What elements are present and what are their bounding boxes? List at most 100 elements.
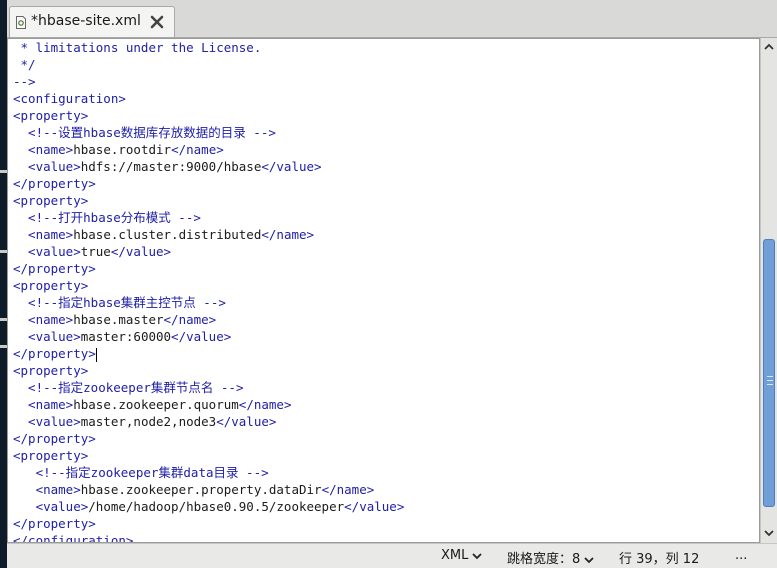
xml-tag: </name> <box>238 397 292 412</box>
xml-comment: <!--指定hbase集群主控节点 --> <box>13 295 226 310</box>
xml-text: hdfs://master:9000/hbase <box>80 159 262 174</box>
close-icon[interactable] <box>149 14 165 30</box>
code-lines: * limitations under the License. */ --> <c… <box>13 39 405 543</box>
text-cursor <box>95 347 97 362</box>
xml-tag: </value> <box>171 329 232 344</box>
code-line: <value>hdfs://master:9000/hbase</value> <box>13 158 404 175</box>
status-bar: XML 跳格宽度：8 行 39，列 12 ... <box>7 543 777 568</box>
xml-tag: </name> <box>163 312 217 327</box>
xml-tag: <value> <box>13 244 81 259</box>
code-editor[interactable]: * limitations under the License. */ --> <c… <box>7 38 760 543</box>
tab-width-selector[interactable]: 跳格宽度：8 <box>507 548 594 567</box>
xml-tag: <configuration> <box>13 91 126 106</box>
language-label: XML <box>441 548 469 563</box>
code-line: <!--设置hbase数据库存放数据的目录 --> <box>13 124 404 141</box>
cursor-position: 行 39，列 12 <box>619 552 700 567</box>
xml-tag: <property> <box>13 448 89 463</box>
code-line: <name>hbase.master</name> <box>13 311 404 328</box>
chevron-down-icon <box>584 556 594 563</box>
code-line: <property> <box>13 192 404 209</box>
chevron-down-icon <box>472 552 483 559</box>
vertical-scrollbar[interactable] <box>760 38 777 543</box>
code-line: </property> <box>13 345 404 362</box>
xml-comment: <!--打开hbase分布模式 --> <box>13 210 201 225</box>
xml-tag: <property> <box>13 278 89 293</box>
xml-tag: <value> <box>13 499 89 514</box>
xml-tag: <name> <box>13 142 74 157</box>
code-line: </property> <box>13 260 404 277</box>
code-line: <name>hbase.cluster.distributed</name> <box>13 226 404 243</box>
xml-tag: </value> <box>344 499 405 514</box>
code-line: --> <box>13 73 404 90</box>
code-line: </property> <box>13 430 404 447</box>
code-line: <!--指定zookeeper集群data目录 --> <box>13 464 404 481</box>
xml-tag: <value> <box>13 329 81 344</box>
xml-text: master:60000 <box>80 329 172 344</box>
xml-tag: </name> <box>261 227 315 242</box>
xml-text: /home/hadoop/hbase0.90.5/zookeeper <box>88 499 345 514</box>
xml-tag: <value> <box>13 159 81 174</box>
xml-tag: <name> <box>13 482 81 497</box>
xml-comment: <!--设置hbase数据库存放数据的目录 --> <box>13 125 276 140</box>
background-window-strip <box>0 0 7 568</box>
xml-comment: */ <box>13 57 36 72</box>
code-line: <!--指定zookeeper集群节点名 --> <box>13 379 404 396</box>
code-line: </property> <box>13 515 404 532</box>
xml-tag: </value> <box>216 414 277 429</box>
xml-comment: <!--指定zookeeper集群节点名 --> <box>13 380 244 395</box>
xml-text: hbase.rootdir <box>73 142 172 157</box>
code-line: <name>hbase.zookeeper.quorum</name> <box>13 396 404 413</box>
xml-tag: <name> <box>13 312 74 327</box>
code-line: <value>master:60000</value> <box>13 328 404 345</box>
tab-width-value: 8 <box>572 552 581 567</box>
xml-tag: </name> <box>321 482 375 497</box>
code-line: */ <box>13 56 404 73</box>
xml-tag: <name> <box>13 227 74 242</box>
xml-tag: </property> <box>13 261 96 276</box>
tab-bar: *hbase-site.xml <box>7 0 777 38</box>
code-line: <!--指定hbase集群主控节点 --> <box>13 294 404 311</box>
xml-tag: </property> <box>13 431 96 446</box>
xml-tag: </value> <box>261 159 322 174</box>
xml-tag: </property> <box>13 516 96 531</box>
scrollbar-thumb[interactable] <box>763 238 775 508</box>
more-options[interactable]: ... <box>735 548 747 563</box>
xml-text: hbase.cluster.distributed <box>73 227 262 242</box>
xml-tag: <value> <box>13 414 81 429</box>
code-line: </property> <box>13 175 404 192</box>
xml-tag: <name> <box>13 397 74 412</box>
xml-tag: </value> <box>110 244 172 259</box>
xml-comment: --> <box>13 74 36 89</box>
code-line: <property> <box>13 447 404 464</box>
xml-tag: <property> <box>13 193 89 208</box>
xml-tag: </property> <box>13 176 96 191</box>
code-line: <configuration> <box>13 90 404 107</box>
scroll-down-arrow-icon[interactable] <box>764 528 774 538</box>
code-line: <name>hbase.rootdir</name> <box>13 141 404 158</box>
code-line: <value>master,node2,node3</value> <box>13 413 404 430</box>
code-line: <value>/home/hadoop/hbase0.90.5/zookeepe… <box>13 498 405 515</box>
tab-title: *hbase-site.xml <box>31 13 141 29</box>
code-line: <!--打开hbase分布模式 --> <box>13 209 404 226</box>
code-line: <name>hbase.zookeeper.property.dataDir</… <box>13 481 404 498</box>
xml-text: hbase.master <box>73 312 164 327</box>
xml-comment: <!--指定zookeeper集群data目录 --> <box>13 465 269 480</box>
code-line: <property> <box>13 107 404 124</box>
language-selector[interactable]: XML <box>441 548 483 563</box>
xml-tag: <property> <box>13 108 89 123</box>
xml-text: true <box>80 244 111 259</box>
xml-text: hbase.zookeeper.quorum <box>73 397 239 412</box>
xml-tag: <property> <box>13 363 89 378</box>
code-line: <property> <box>13 277 404 294</box>
code-line: <property> <box>13 362 404 379</box>
tab-width-label: 跳格宽度： <box>507 552 573 567</box>
xml-text: hbase.zookeeper.property.dataDir <box>80 482 322 497</box>
scroll-up-arrow-icon[interactable] <box>764 42 774 52</box>
xml-comment: * limitations under the License. <box>13 40 262 55</box>
xml-text: master,node2,node3 <box>80 414 217 429</box>
xml-tag: </name> <box>171 142 224 157</box>
tab-hbase-site-xml[interactable]: *hbase-site.xml <box>9 6 175 37</box>
code-line: <value>true</value> <box>13 243 404 260</box>
xml-tag: </property> <box>13 346 96 361</box>
xml-tag: </configuration> <box>13 533 134 543</box>
